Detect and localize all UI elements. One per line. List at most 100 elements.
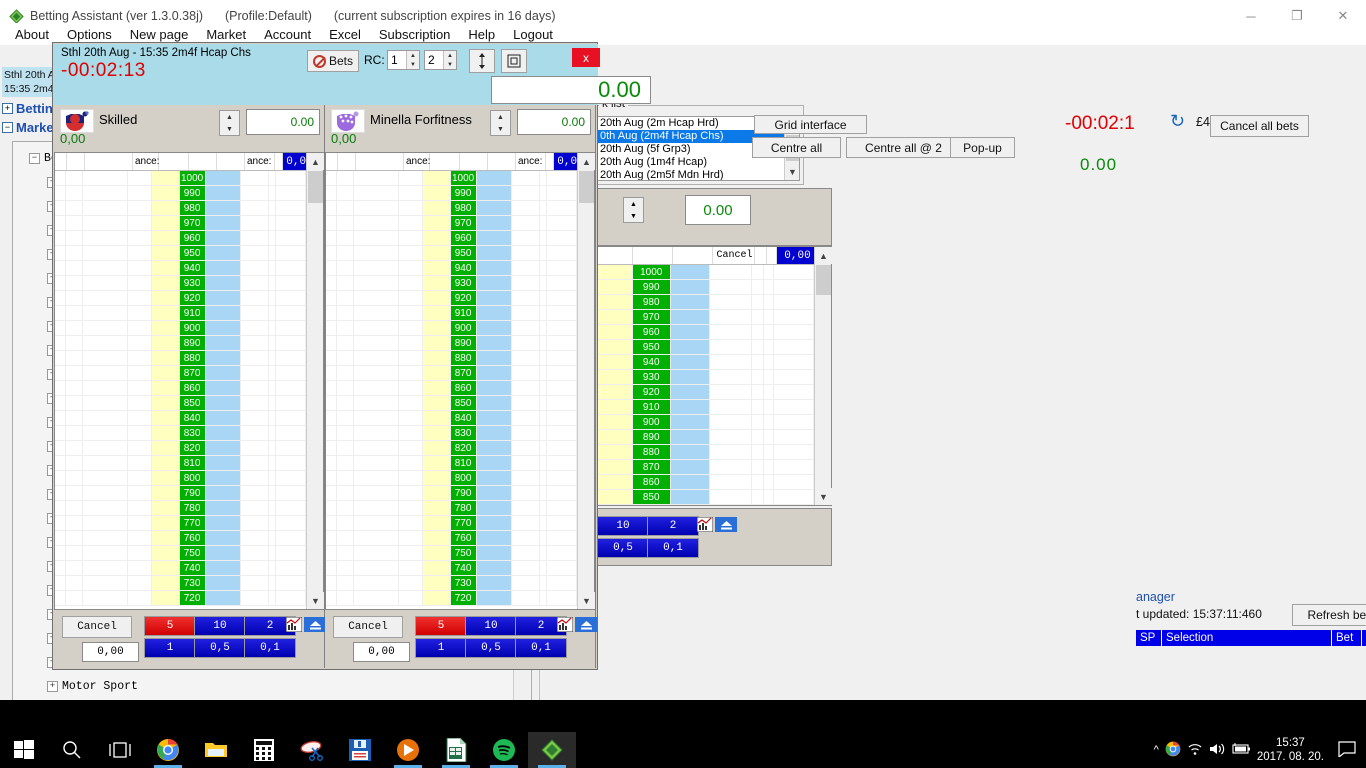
ladder-stake-button-5[interactable]: 5 bbox=[144, 616, 196, 636]
ladder-cell[interactable] bbox=[752, 340, 765, 354]
ladder-cell[interactable] bbox=[83, 261, 128, 275]
ladder-cell[interactable] bbox=[422, 591, 451, 605]
ladder-cell[interactable] bbox=[269, 396, 277, 410]
ladder-cell[interactable] bbox=[774, 265, 814, 279]
ladder-cell[interactable] bbox=[276, 366, 306, 380]
ladder-row[interactable]: 840 bbox=[326, 411, 577, 426]
ladder-cell[interactable] bbox=[326, 441, 338, 455]
ladder-cell[interactable] bbox=[399, 321, 423, 335]
ladder-cell[interactable] bbox=[670, 475, 711, 489]
ladder-cell[interactable] bbox=[151, 591, 180, 605]
ladder-cell[interactable] bbox=[399, 276, 423, 290]
ladder-row[interactable]: 850 bbox=[593, 490, 814, 505]
ladder-cell[interactable] bbox=[128, 276, 152, 290]
ladder-cell[interactable] bbox=[269, 471, 277, 485]
grid-interface-button[interactable]: Grid interface bbox=[754, 115, 867, 134]
ladder-cell[interactable] bbox=[593, 475, 633, 489]
menu-item-options[interactable]: Options bbox=[58, 25, 121, 44]
ladder-cell[interactable] bbox=[66, 231, 83, 245]
ladder-cell[interactable] bbox=[422, 351, 451, 365]
ladder-grid[interactable]: ance: ance: 0,00 1000 990 980 970 960 950 940 9… bbox=[54, 152, 324, 610]
ladder-cell[interactable] bbox=[241, 396, 269, 410]
ladder-cell[interactable] bbox=[399, 441, 423, 455]
ladder-cell[interactable] bbox=[422, 456, 451, 470]
ladder-price-cell[interactable]: 860 bbox=[179, 381, 206, 395]
ladder-row[interactable]: 730 bbox=[326, 576, 577, 591]
ladder-cell[interactable] bbox=[354, 411, 399, 425]
ladder-cell[interactable] bbox=[422, 546, 451, 560]
ladder-cell[interactable] bbox=[399, 561, 423, 575]
ladder-cell[interactable] bbox=[337, 231, 354, 245]
ladder-cell[interactable] bbox=[422, 306, 451, 320]
ladder-cell[interactable] bbox=[151, 396, 180, 410]
ladder-cell[interactable] bbox=[547, 486, 577, 500]
ladder-price-cell[interactable]: 930 bbox=[179, 276, 206, 290]
ladder-row[interactable]: 910 bbox=[55, 306, 306, 321]
ladder-cell[interactable] bbox=[205, 456, 241, 470]
ladder-cell[interactable] bbox=[512, 216, 540, 230]
ladder-row[interactable]: 850 bbox=[55, 396, 306, 411]
ladder-cell[interactable] bbox=[422, 426, 451, 440]
ladder-cell[interactable] bbox=[337, 216, 354, 230]
ladder-cell[interactable] bbox=[269, 201, 277, 215]
ladder-cell[interactable] bbox=[593, 460, 633, 474]
ladder-cell[interactable] bbox=[269, 306, 277, 320]
ladder-cell[interactable] bbox=[276, 546, 306, 560]
ladder-cell[interactable] bbox=[764, 280, 775, 294]
ladder-cell[interactable] bbox=[354, 396, 399, 410]
ladder-row[interactable]: 860 bbox=[55, 381, 306, 396]
ladder-cell[interactable] bbox=[547, 576, 577, 590]
ladder-cell[interactable] bbox=[540, 411, 548, 425]
ladder-row[interactable]: 770 bbox=[326, 516, 577, 531]
ladder-row[interactable]: 990 bbox=[55, 186, 306, 201]
ladder-price-cell[interactable]: 730 bbox=[179, 576, 206, 590]
ladder-cell[interactable] bbox=[540, 201, 548, 215]
ladder-cell[interactable] bbox=[540, 501, 548, 515]
ladder-cell[interactable] bbox=[55, 501, 67, 515]
ladder-cell[interactable] bbox=[337, 441, 354, 455]
ladder-cell[interactable] bbox=[593, 445, 633, 459]
ladder-cell[interactable] bbox=[326, 306, 338, 320]
ladder-price-cell[interactable]: 920 bbox=[632, 385, 671, 399]
ladder-cell[interactable] bbox=[241, 381, 269, 395]
ladder-price-cell[interactable]: 790 bbox=[450, 486, 477, 500]
ladder-row[interactable]: 770 bbox=[55, 516, 306, 531]
ladder-cell[interactable] bbox=[241, 216, 269, 230]
ladder-cell[interactable] bbox=[547, 591, 577, 605]
ladder-cell[interactable] bbox=[337, 261, 354, 275]
ladder-cell[interactable] bbox=[476, 336, 512, 350]
ladder-cell[interactable] bbox=[399, 306, 423, 320]
ladder-cell[interactable] bbox=[128, 426, 152, 440]
ladder-price-cell[interactable]: 1000 bbox=[179, 171, 206, 185]
ladder-cell[interactable] bbox=[593, 370, 633, 384]
ladder-cell[interactable] bbox=[151, 351, 180, 365]
ladder-cell[interactable] bbox=[337, 171, 354, 185]
ladder-cell[interactable] bbox=[399, 456, 423, 470]
ladder-cell[interactable] bbox=[547, 366, 577, 380]
ladder-cell[interactable] bbox=[337, 351, 354, 365]
bet-manager-column-header[interactable]: Stake bbox=[1362, 630, 1366, 646]
ladder-cell[interactable] bbox=[337, 411, 354, 425]
ladder-cell[interactable] bbox=[276, 231, 306, 245]
ladder-cell[interactable] bbox=[241, 186, 269, 200]
rc-input-2[interactable] bbox=[425, 51, 443, 69]
battery-icon[interactable] bbox=[1231, 742, 1251, 758]
ladder-row[interactable]: 740 bbox=[326, 561, 577, 576]
ladder-row[interactable]: 960 bbox=[326, 231, 577, 246]
ladder-row[interactable]: 750 bbox=[326, 546, 577, 561]
ladder-cell[interactable] bbox=[540, 396, 548, 410]
ladder-stake-button-1[interactable]: 1 bbox=[415, 638, 467, 658]
ladder-cell[interactable] bbox=[512, 291, 540, 305]
ladder-cell[interactable] bbox=[205, 276, 241, 290]
ladder-cell[interactable] bbox=[399, 291, 423, 305]
ladder-cell[interactable] bbox=[399, 411, 423, 425]
ladder-cell[interactable] bbox=[752, 460, 765, 474]
ladder-price-cell[interactable]: 950 bbox=[179, 246, 206, 260]
ladder-cell[interactable] bbox=[422, 201, 451, 215]
ladder-cell[interactable] bbox=[710, 280, 753, 294]
ladder-cell[interactable] bbox=[241, 201, 269, 215]
ladder-price-cell[interactable]: 860 bbox=[450, 381, 477, 395]
ladder-cell[interactable] bbox=[593, 385, 633, 399]
ladder-cell[interactable] bbox=[276, 276, 306, 290]
ladder-cell[interactable] bbox=[710, 310, 753, 324]
